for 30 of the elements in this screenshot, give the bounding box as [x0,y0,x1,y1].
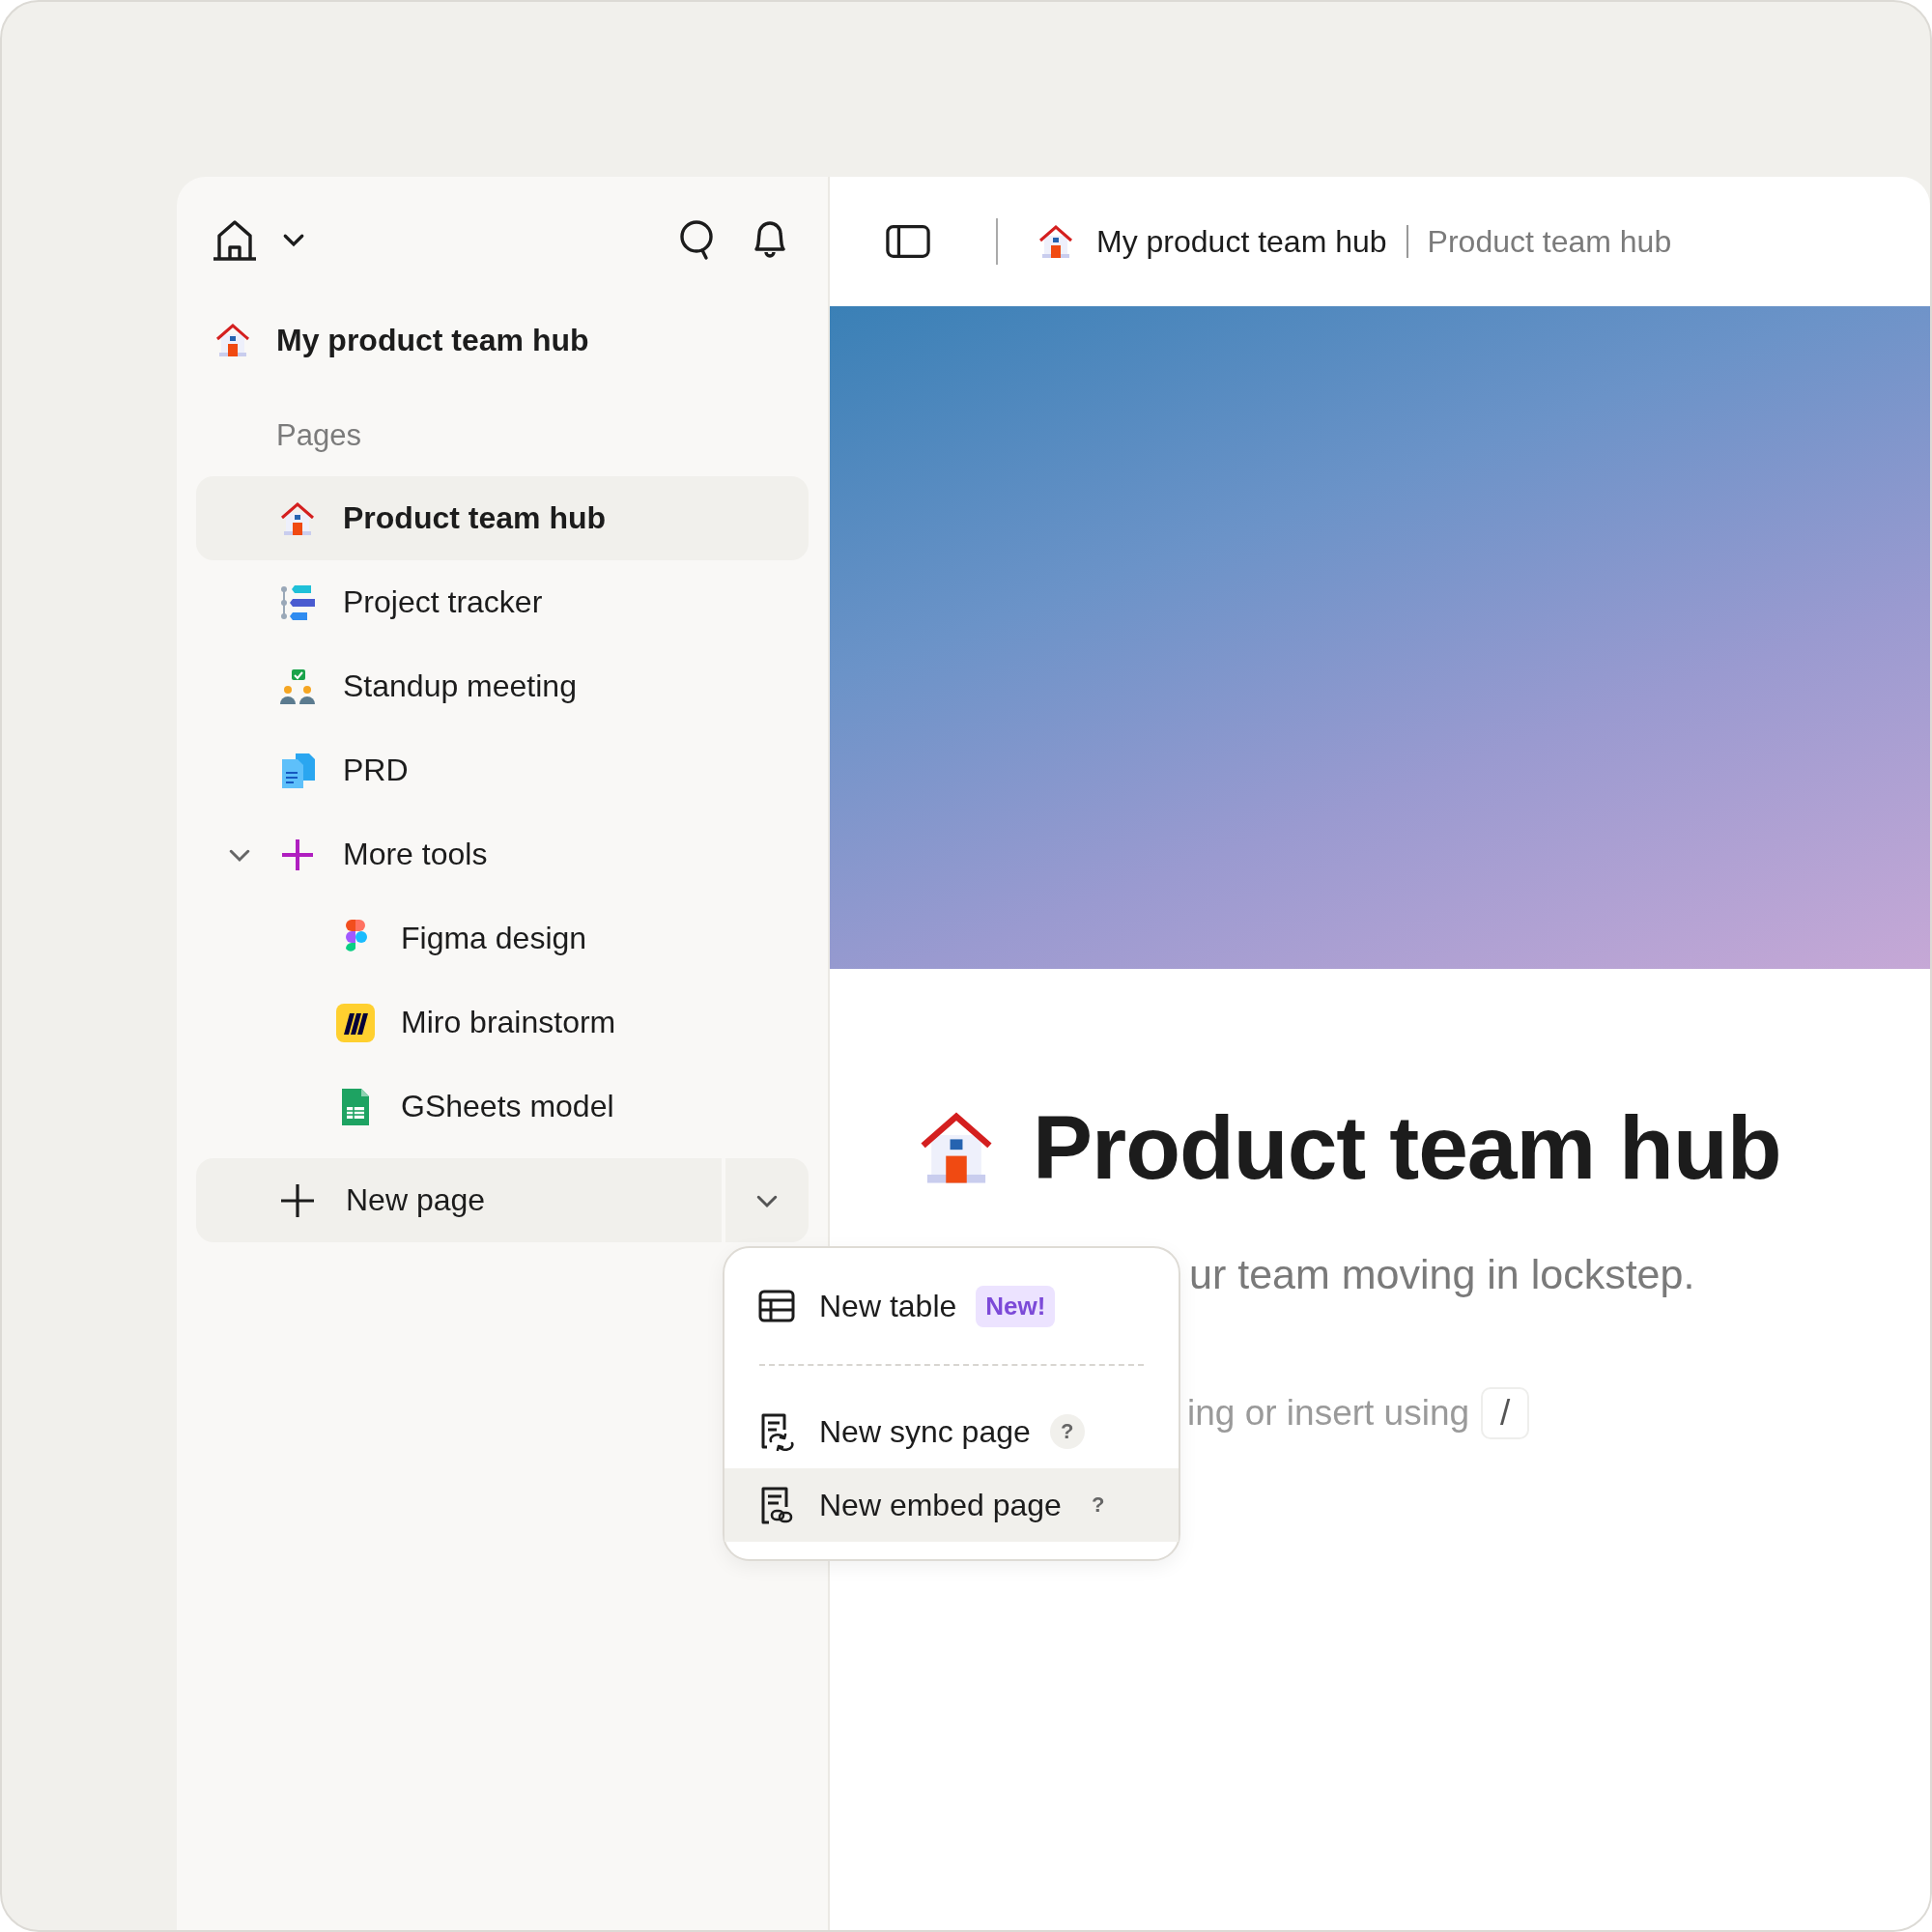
sidebar-icon [886,224,930,259]
sidebar-toggle-button[interactable] [886,224,930,259]
new-badge: New! [976,1285,1056,1327]
house-icon [213,321,252,359]
section-label: Pages [275,417,362,454]
menu-item[interactable]: New table New! [724,1269,1179,1343]
home-icon [212,218,258,261]
sidebar-item[interactable]: Miro brainstorm [196,980,809,1065]
shortcut-key: / [1481,1387,1530,1439]
menu-item[interactable]: New sync page ? [724,1395,1179,1468]
new-page-button[interactable]: New page [196,1158,722,1242]
sidebar-item[interactable]: Figma design [196,896,809,980]
breadcrumb-link[interactable]: My product team hub [1096,223,1387,260]
sidebar-item[interactable]: Product team hub [196,476,809,560]
help-icon[interactable]: ? [1049,1414,1085,1449]
breadcrumb-link[interactable]: Product team hub [1427,223,1672,260]
sidebar-item[interactable]: PRD [196,728,809,812]
house-icon [1037,222,1075,261]
sidebar-item[interactable]: Standup meeting [196,644,809,728]
people-icon [278,667,317,706]
timeline-icon [278,582,317,622]
sidebar-item[interactable]: Project tracker [196,560,809,644]
page-subtitle: ur team moving in lockstep. [1188,1250,1696,1298]
page-title: Product team hub [1033,1095,1781,1200]
placeholder-text: ing or insert using [1187,1393,1470,1434]
workspace-name: My product team hub [276,322,589,358]
sidebar-item[interactable]: GSheets model [196,1065,809,1149]
menu-item[interactable]: New embed page ? [724,1468,1179,1542]
stripes-logo-icon [336,1003,375,1042]
sidebar-item[interactable]: More tools [196,812,809,896]
